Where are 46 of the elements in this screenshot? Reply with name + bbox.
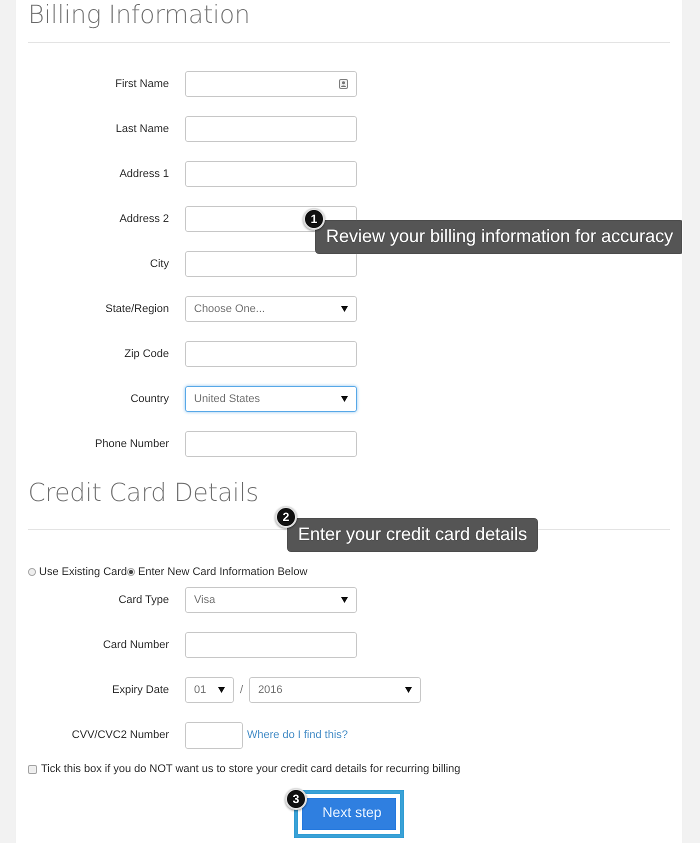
select-field[interactable]: 2016: [249, 677, 422, 703]
field-label: Card Type: [117, 593, 169, 608]
tooltip: Review your billing information for accuracy: [315, 220, 682, 254]
select-field[interactable]: United States: [185, 386, 357, 412]
radio-label: Use Existing Card: [39, 566, 128, 578]
caret-icon: [341, 306, 348, 312]
input-field[interactable]: [185, 161, 357, 187]
field-label: CVV/CVC2 Number: [70, 728, 169, 743]
select-field[interactable]: 01: [185, 677, 234, 703]
caret-icon: [341, 396, 348, 402]
contact-card-icon[interactable]: [339, 79, 348, 89]
checkbox-label: Tick this box if you do NOT want us to store your credit card details for recurring billing: [41, 763, 460, 775]
input-field[interactable]: [185, 71, 357, 97]
tooltip: Enter your credit card details: [287, 518, 538, 552]
field-label: Zip Code: [123, 347, 169, 362]
field-label: Last Name: [114, 122, 169, 137]
separator-text: /: [240, 683, 244, 698]
input-field[interactable]: [185, 251, 357, 277]
radio-button[interactable]: [28, 568, 36, 576]
radio-button[interactable]: [127, 568, 136, 576]
section-heading: Billing Information: [28, 0, 251, 30]
field-label: City: [149, 257, 169, 272]
field-label: Card Number: [102, 638, 169, 653]
field-label: Expiry Date: [111, 683, 169, 698]
input-field[interactable]: [185, 431, 357, 457]
input-field[interactable]: [185, 341, 357, 367]
step-badge: 2: [275, 506, 297, 528]
step-badge: 3: [285, 788, 307, 810]
caret-icon: [218, 687, 225, 693]
select-field[interactable]: Visa: [185, 587, 357, 613]
select-field[interactable]: Choose One...: [185, 296, 357, 322]
input-field[interactable]: [185, 722, 243, 749]
field-label: State/Region: [104, 302, 169, 317]
radio-label: Enter New Card Information Below: [138, 566, 308, 578]
input-field[interactable]: [185, 632, 357, 658]
section-heading: Credit Card Details: [28, 478, 260, 508]
field-label: Phone Number: [94, 437, 169, 452]
checkbox[interactable]: [28, 764, 37, 774]
field-label: Country: [129, 392, 169, 407]
input-field[interactable]: [185, 116, 357, 142]
field-label: First Name: [114, 77, 169, 92]
caret-icon: [341, 597, 348, 603]
caret-icon: [405, 687, 412, 693]
help-link[interactable]: Where do I find this?: [247, 722, 348, 748]
field-label: Address 2: [118, 212, 169, 227]
field-label: Address 1: [118, 167, 169, 182]
